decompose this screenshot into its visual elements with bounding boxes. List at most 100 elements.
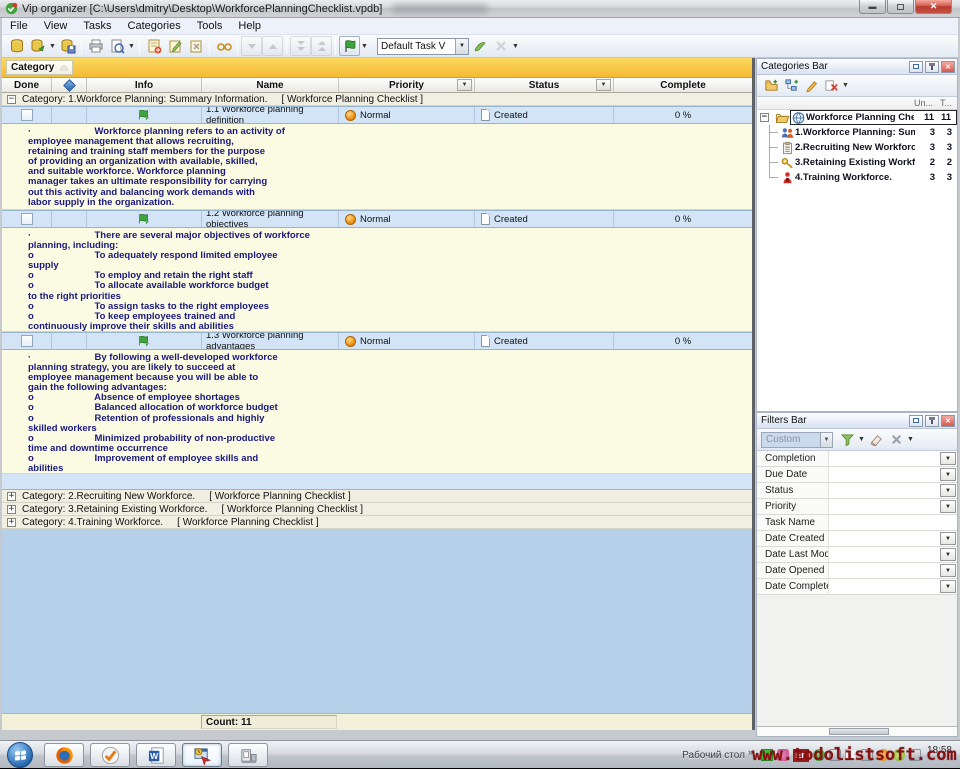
new-task-button[interactable] bbox=[143, 36, 164, 56]
column-header-flag[interactable] bbox=[52, 78, 87, 92]
taskbar-button-vip-organizer[interactable] bbox=[182, 743, 222, 767]
task-row-1-2[interactable]: 1.2 Workforce planning objectives Normal… bbox=[2, 210, 753, 228]
save-database-button[interactable] bbox=[57, 36, 78, 56]
priority-filter-dropdown[interactable]: ▼ bbox=[457, 79, 472, 91]
done-checkbox[interactable] bbox=[21, 335, 33, 347]
delete-category-button[interactable] bbox=[821, 76, 841, 95]
column-header-complete[interactable]: Complete bbox=[614, 78, 753, 92]
filter-dropdown-button[interactable]: ▼ bbox=[940, 468, 956, 481]
toolbar-options-caret[interactable]: ▼ bbox=[511, 43, 520, 50]
move-up-button[interactable] bbox=[262, 36, 283, 56]
filter-dropdown-button[interactable]: ▼ bbox=[940, 452, 956, 465]
collapse-icon[interactable]: − bbox=[7, 95, 16, 104]
task-row-1-3[interactable]: 1.3 Workforce planning advantages Normal… bbox=[2, 332, 753, 350]
tree-item-root[interactable]: − Workforce Planning Checklist 11 11 bbox=[757, 110, 957, 125]
panel-splitter[interactable] bbox=[752, 58, 755, 730]
start-button[interactable] bbox=[7, 742, 33, 768]
new-list-button[interactable] bbox=[761, 76, 781, 95]
open-database-button[interactable] bbox=[27, 36, 48, 56]
clear-view-button[interactable] bbox=[490, 36, 511, 56]
category-group-row-2[interactable]: + Category: 2.Recruiting New Workforce. … bbox=[2, 490, 753, 503]
taskbar-button-organizer-launcher[interactable] bbox=[90, 743, 130, 767]
filter-dropdown-button[interactable]: ▼ bbox=[940, 564, 956, 577]
apply-filter-button[interactable] bbox=[837, 430, 857, 449]
taskbar-button-firefox[interactable] bbox=[44, 743, 84, 767]
filter-dropdown-button[interactable]: ▼ bbox=[940, 484, 956, 497]
panel-close-button[interactable]: ✕ bbox=[941, 61, 955, 73]
close-button[interactable]: ✕ bbox=[915, 0, 952, 14]
task-view-button[interactable] bbox=[339, 36, 360, 56]
filter-dropdown-button[interactable]: ▼ bbox=[940, 532, 956, 545]
column-total[interactable]: T... bbox=[933, 98, 957, 108]
expand-icon[interactable]: + bbox=[7, 505, 16, 514]
filter-dropdown-button[interactable]: ▼ bbox=[940, 548, 956, 561]
combo-arrow-icon[interactable]: ▼ bbox=[455, 39, 468, 54]
filter-value-field[interactable] bbox=[829, 547, 940, 562]
combo-arrow-icon[interactable]: ▼ bbox=[820, 433, 832, 447]
collapse-icon[interactable]: − bbox=[760, 113, 769, 122]
category-group-row-3[interactable]: + Category: 3.Retaining Existing Workfor… bbox=[2, 503, 753, 516]
menu-help[interactable]: Help bbox=[230, 18, 269, 34]
filter-dropdown-button[interactable]: ▼ bbox=[940, 500, 956, 513]
expand-icon[interactable]: + bbox=[7, 518, 16, 527]
done-checkbox[interactable] bbox=[21, 213, 33, 225]
clear-filter-button[interactable] bbox=[866, 430, 886, 449]
new-database-button[interactable] bbox=[6, 36, 27, 56]
filter-value-field[interactable] bbox=[829, 515, 957, 530]
status-filter-dropdown[interactable]: ▼ bbox=[596, 79, 611, 91]
column-header-done[interactable]: Done bbox=[2, 78, 52, 92]
tree-item-category-2[interactable]: 2.Recruiting New Workforce. 3 3 bbox=[757, 140, 957, 155]
tree-item-category-1[interactable]: 1.Workforce Planning: Summary Informatio… bbox=[757, 125, 957, 140]
column-header-status[interactable]: Status ▼ bbox=[475, 78, 614, 92]
filter-value-field[interactable] bbox=[829, 499, 940, 514]
minimize-button[interactable]: ▬ bbox=[859, 0, 886, 14]
expand-icon[interactable]: + bbox=[7, 492, 16, 501]
move-top-button[interactable] bbox=[311, 36, 332, 56]
move-down-button[interactable] bbox=[241, 36, 262, 56]
filter-value-field[interactable] bbox=[829, 483, 940, 498]
desktop-toolbar-label[interactable]: Рабочий стол bbox=[682, 750, 745, 761]
filter-value-field[interactable] bbox=[829, 531, 940, 546]
menu-view[interactable]: View bbox=[36, 18, 76, 34]
view-notes-button[interactable] bbox=[213, 36, 234, 56]
category-group-row-1[interactable]: − Category: 1.Workforce Planning: Summar… bbox=[2, 93, 753, 106]
scrollbar-thumb[interactable] bbox=[829, 728, 889, 735]
filter-value-field[interactable] bbox=[829, 579, 940, 594]
column-header-name[interactable]: Name bbox=[202, 78, 339, 92]
group-field-category[interactable]: Category bbox=[6, 60, 73, 75]
menu-tasks[interactable]: Tasks bbox=[75, 18, 119, 34]
delete-task-button[interactable] bbox=[185, 36, 206, 56]
column-header-info[interactable]: Info bbox=[87, 78, 202, 92]
filter-value-field[interactable] bbox=[829, 563, 940, 578]
menu-categories[interactable]: Categories bbox=[120, 18, 189, 34]
tree-item-category-4[interactable]: 4.Training Workforce. 3 3 bbox=[757, 170, 957, 185]
column-header-priority[interactable]: Priority ▼ bbox=[339, 78, 475, 92]
maximize-button[interactable] bbox=[887, 0, 914, 14]
new-category-button[interactable] bbox=[781, 76, 801, 95]
task-view-combo[interactable]: Default Task V ▼ bbox=[377, 38, 469, 55]
done-checkbox[interactable] bbox=[21, 109, 33, 121]
menu-file[interactable]: File bbox=[2, 18, 36, 34]
categories-toolbar-caret[interactable]: ▼ bbox=[841, 82, 850, 89]
panel-close-button[interactable]: ✕ bbox=[941, 415, 955, 427]
print-preview-button[interactable] bbox=[106, 36, 127, 56]
taskbar-button-device[interactable] bbox=[228, 743, 268, 767]
panel-position-button[interactable] bbox=[909, 415, 923, 427]
task-view-caret[interactable]: ▼ bbox=[360, 43, 369, 50]
horizontal-scrollbar[interactable] bbox=[757, 726, 957, 736]
menu-tools[interactable]: Tools bbox=[189, 18, 231, 34]
taskbar-button-word[interactable]: W bbox=[136, 743, 176, 767]
edit-category-button[interactable] bbox=[801, 76, 821, 95]
apply-view-button[interactable] bbox=[469, 36, 490, 56]
panel-pin-button[interactable] bbox=[925, 61, 939, 73]
category-group-row-4[interactable]: + Category: 4.Training Workforce. [ Work… bbox=[2, 516, 753, 529]
apply-filter-caret[interactable]: ▼ bbox=[857, 436, 866, 443]
filter-value-field[interactable] bbox=[829, 451, 940, 466]
panel-pin-button[interactable] bbox=[925, 415, 939, 427]
tree-item-category-3[interactable]: 3.Retaining Existing Workforce. 2 2 bbox=[757, 155, 957, 170]
panel-position-button[interactable] bbox=[909, 61, 923, 73]
filter-preset-combo[interactable]: Custom ▼ bbox=[761, 432, 833, 448]
move-bottom-button[interactable] bbox=[290, 36, 311, 56]
filters-toolbar-caret[interactable]: ▼ bbox=[906, 436, 915, 443]
task-row-1-1[interactable]: 1.1 Workforce planning definition Normal… bbox=[2, 106, 753, 124]
